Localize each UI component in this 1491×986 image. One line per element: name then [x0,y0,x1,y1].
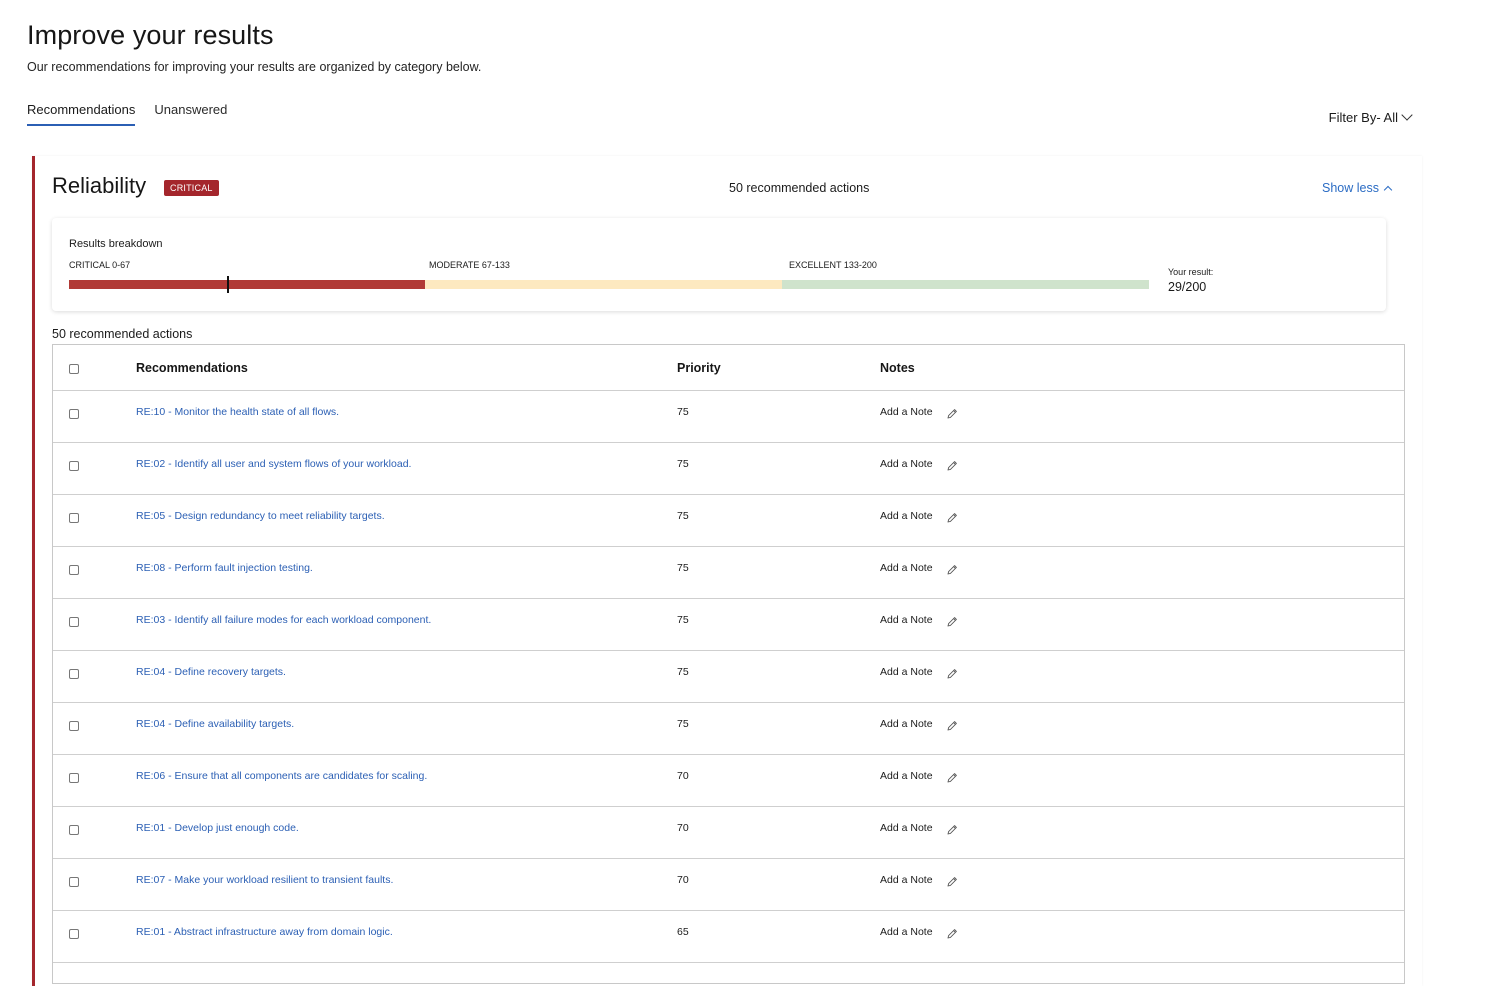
row-checkbox[interactable] [69,409,79,419]
recommendation-link[interactable]: RE:07 - Make your workload resilient to … [136,874,393,886]
recommendation-link[interactable]: RE:04 - Define availability targets. [136,718,294,730]
priority-value: 75 [677,562,689,574]
pencil-icon[interactable] [945,407,959,421]
pencil-icon[interactable] [945,875,959,889]
row-checkbox[interactable] [69,565,79,575]
add-note-link[interactable]: Add a Note [880,510,933,522]
priority-value: 75 [677,614,689,626]
segment-label-moderate: MODERATE 67-133 [429,260,510,270]
pencil-icon[interactable] [945,927,959,941]
recommendation-link[interactable]: RE:10 - Monitor the health state of all … [136,406,339,418]
table-row: RE:01 - Abstract infrastructure away fro… [53,911,1404,963]
table-row: RE:04 - Define recovery targets. 75 Add a … [53,651,1404,703]
row-checkbox[interactable] [69,721,79,731]
priority-value: 70 [677,770,689,782]
filter-dropdown[interactable]: Filter By- All [1328,109,1413,125]
row-checkbox[interactable] [69,877,79,887]
recommendation-link[interactable]: RE:06 - Ensure that all components are c… [136,770,427,782]
bar-moderate [425,280,782,289]
header-recommendations: Recommendations [136,361,248,375]
table-count-label: 50 recommended actions [52,327,193,341]
add-note-link[interactable]: Add a Note [880,614,933,626]
breakdown-title: Results breakdown [69,238,163,250]
priority-value: 70 [677,874,689,886]
priority-value: 75 [677,458,689,470]
tab-bar: Recommendations Unanswered [27,102,246,126]
row-checkbox[interactable] [69,929,79,939]
header-notes: Notes [880,361,915,375]
result-marker [227,276,229,293]
table-row: RE:06 - Ensure that all components are c… [53,755,1404,807]
row-checkbox[interactable] [69,825,79,835]
recommendation-link[interactable]: RE:08 - Perform fault injection testing. [136,562,313,574]
priority-value: 75 [677,718,689,730]
add-note-link[interactable]: Add a Note [880,874,933,886]
pencil-icon[interactable] [945,719,959,733]
page-title: Improve your results [27,20,274,50]
recommendation-link[interactable]: RE:04 - Define recovery targets. [136,666,286,678]
add-note-link[interactable]: Add a Note [880,822,933,834]
row-checkbox[interactable] [69,773,79,783]
priority-value: 75 [677,406,689,418]
pencil-icon[interactable] [945,823,959,837]
results-breakdown: Results breakdown CRITICAL 0-67 MODERATE… [52,218,1386,311]
add-note-link[interactable]: Add a Note [880,770,933,782]
recommendation-link[interactable]: RE:01 - Develop just enough code. [136,822,299,834]
row-checkbox[interactable] [69,513,79,523]
table-row: RE:02 - Identify all user and system flo… [53,443,1404,495]
add-note-link[interactable]: Add a Note [880,666,933,678]
recommendation-link[interactable]: RE:03 - Identify all failure modes for e… [136,614,431,626]
show-less-label: Show less [1322,181,1379,195]
table-row: RE:08 - Perform fault injection testing.… [53,547,1404,599]
bar-excellent [782,280,1149,289]
result-value: 29/200 [1168,280,1207,294]
row-checkbox[interactable] [69,461,79,471]
chevron-down-icon [1401,109,1413,121]
category-card: Reliability CRITICAL 50 recommended acti… [32,156,1422,986]
add-note-link[interactable]: Add a Note [880,926,933,938]
chevron-up-icon [1383,185,1393,194]
segment-label-excellent: EXCELLENT 133-200 [789,260,877,270]
page-subtitle: Our recommendations for improving your r… [27,60,482,74]
pencil-icon[interactable] [945,615,959,629]
row-checkbox[interactable] [69,617,79,627]
show-less-button[interactable]: Show less [1322,181,1393,195]
recommendations-table: Recommendations Priority Notes RE:10 - M… [52,344,1405,984]
add-note-link[interactable]: Add a Note [880,458,933,470]
pencil-icon[interactable] [945,667,959,681]
recommended-actions-count: 50 recommended actions [729,181,870,195]
bar-critical [69,280,425,289]
row-checkbox[interactable] [69,669,79,679]
segment-label-critical: CRITICAL 0-67 [69,260,131,270]
table-row: RE:03 - Identify all failure modes for e… [53,599,1404,651]
header-priority: Priority [677,361,721,375]
filter-label: Filter By- All [1328,110,1398,125]
select-all-checkbox[interactable] [69,364,79,374]
add-note-link[interactable]: Add a Note [880,562,933,574]
table-row: RE:10 - Monitor the health state of all … [53,391,1404,443]
recommendation-link[interactable]: RE:05 - Design redundancy to meet reliab… [136,510,385,522]
table-header: Recommendations Priority Notes [53,345,1404,391]
priority-value: 75 [677,666,689,678]
pencil-icon[interactable] [945,771,959,785]
table-row: RE:01 - Develop just enough code. 70 Add a… [53,807,1404,859]
result-label: Your result: [1168,267,1214,277]
pencil-icon[interactable] [945,563,959,577]
recommendation-link[interactable]: RE:02 - Identify all user and system flo… [136,458,411,470]
tab-recommendations[interactable]: Recommendations [27,102,136,126]
priority-value: 75 [677,510,689,522]
add-note-link[interactable]: Add a Note [880,406,933,418]
tab-unanswered[interactable]: Unanswered [154,102,227,126]
pencil-icon[interactable] [945,459,959,473]
priority-value: 65 [677,926,689,938]
table-row: RE:04 - Define availability targets. 75 Ad… [53,703,1404,755]
status-badge: CRITICAL [164,180,219,196]
recommendation-link[interactable]: RE:01 - Abstract infrastructure away fro… [136,926,393,938]
pencil-icon[interactable] [945,511,959,525]
add-note-link[interactable]: Add a Note [880,718,933,730]
category-title: Reliability [52,173,147,198]
table-row: RE:05 - Design redundancy to meet reliab… [53,495,1404,547]
priority-value: 70 [677,822,689,834]
table-row: RE:07 - Make your workload resilient to … [53,859,1404,911]
